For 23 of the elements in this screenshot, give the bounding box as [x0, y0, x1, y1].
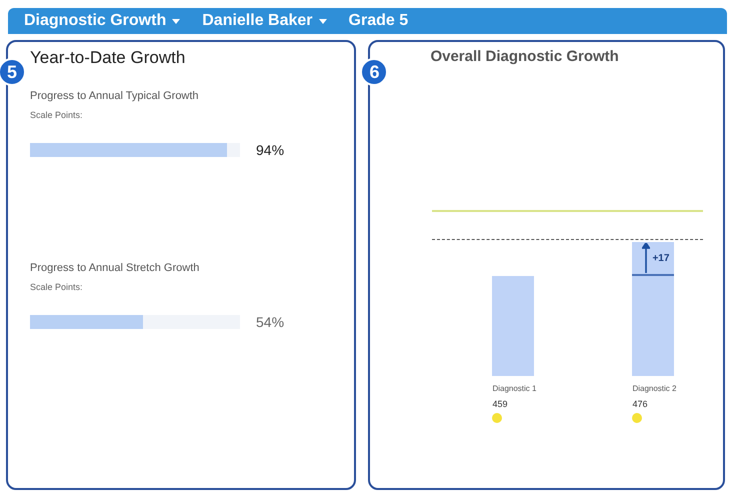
caret-icon: [318, 18, 327, 24]
status-dot: [492, 413, 502, 423]
progress-title: Progress to Annual Stretch Growth: [30, 262, 200, 274]
bar-score: 476: [632, 399, 648, 409]
bar-score: 459: [492, 399, 508, 409]
header-label: Grade 5: [348, 12, 408, 30]
progress-subtitle: Scale Points:: [30, 110, 83, 120]
card-title: Overall Diagnostic Growth: [430, 48, 619, 65]
progress-percent: 54%: [256, 314, 284, 330]
gain-label: +17: [652, 252, 670, 264]
card-title: Year-to-Date Growth: [30, 48, 186, 68]
progress-percent: 94%: [256, 142, 284, 158]
bar-label: Diagnostic 2: [632, 384, 676, 393]
progress-subtitle: Scale Points:: [30, 282, 83, 292]
up-arrow-icon: [642, 243, 650, 273]
step-badge: 5: [0, 58, 26, 86]
status-dot: [632, 413, 642, 423]
progress-title: Progress to Annual Typical Growth: [30, 90, 199, 102]
caret-icon: [172, 18, 180, 24]
dropdown-button[interactable]: Diagnostic Growth: [24, 12, 180, 30]
bar-label: Diagnostic 1: [492, 384, 536, 393]
step-badge: 6: [360, 58, 388, 86]
dropdown-button[interactable]: Danielle Baker: [202, 12, 327, 30]
